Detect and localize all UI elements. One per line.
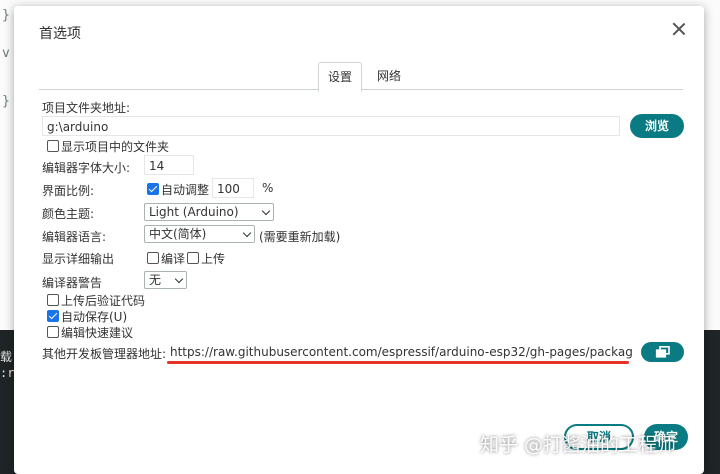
language-label: 编辑器语言:: [42, 230, 107, 244]
auto-scale-checkbox[interactable]: [147, 183, 159, 195]
verbose-label: 显示详细输出: [42, 252, 115, 266]
verify-upload-checkbox[interactable]: [47, 294, 59, 306]
preferences-dialog: 首选项 设置 网络 项目文件夹地址: g:\arduino 浏览 显示项目中的文…: [14, 6, 704, 474]
language-select-value: 中文(简体): [149, 227, 207, 241]
language-select[interactable]: 中文(简体): [144, 225, 255, 243]
quick-suggest-label: 编辑快速建议: [61, 326, 134, 340]
language-note: (需要重新加载): [259, 230, 341, 244]
verbose-compile-label: 编译: [161, 252, 186, 266]
sketchbook-label: 项目文件夹地址:: [42, 101, 131, 115]
console-line: :r: [0, 366, 15, 380]
scale-unit: %: [262, 181, 274, 195]
quick-suggest-checkbox[interactable]: [47, 326, 59, 338]
font-size-label: 编辑器字体大小:: [42, 161, 131, 175]
theme-select-value: Light (Arduino): [149, 205, 239, 219]
font-size-input[interactable]: 14: [144, 155, 194, 175]
board-urls-label: 其他开发板管理器地址:: [42, 347, 167, 361]
warnings-label: 编译器警告: [42, 276, 103, 290]
window-restore-icon: [655, 346, 670, 358]
edit-urls-button[interactable]: [641, 342, 684, 362]
show-files-checkbox[interactable]: [47, 140, 59, 152]
warnings-select-value: 无: [149, 273, 162, 287]
verify-upload-label: 上传后验证代码: [61, 294, 146, 308]
watermark: 知乎 @打酱油的工程师: [480, 434, 677, 456]
code-line: }: [2, 8, 10, 23]
chevron-down-icon: [261, 206, 271, 216]
auto-scale-label: 自动调整: [161, 183, 210, 197]
code-line: }: [2, 94, 10, 109]
tab-settings[interactable]: 设置: [318, 62, 363, 92]
close-icon[interactable]: [670, 20, 688, 38]
browse-button[interactable]: 浏览: [630, 114, 684, 138]
console-line: 载: [0, 350, 13, 364]
dialog-title: 首选项: [39, 26, 81, 42]
sketchbook-path-input[interactable]: g:\arduino: [42, 116, 620, 136]
code-line: v: [2, 46, 10, 61]
warnings-select[interactable]: 无: [144, 271, 187, 289]
verbose-upload-checkbox[interactable]: [187, 252, 199, 264]
annotation-underline: [167, 361, 629, 364]
chevron-down-icon: [174, 274, 184, 284]
scale-label: 界面比例:: [42, 184, 95, 198]
auto-save-label: 自动保存(U): [61, 310, 128, 324]
auto-save-checkbox[interactable]: [47, 310, 59, 322]
chevron-down-icon: [242, 228, 252, 238]
verbose-upload-label: 上传: [201, 252, 226, 266]
scale-input[interactable]: 100: [212, 178, 254, 198]
theme-select[interactable]: Light (Arduino): [144, 203, 274, 221]
tab-network[interactable]: 网络: [368, 62, 410, 90]
board-urls-input[interactable]: https://raw.githubusercontent.com/espres…: [166, 342, 632, 362]
show-files-label: 显示项目中的文件夹: [61, 140, 170, 154]
theme-label: 颜色主题:: [42, 207, 95, 221]
verbose-compile-checkbox[interactable]: [147, 252, 159, 264]
